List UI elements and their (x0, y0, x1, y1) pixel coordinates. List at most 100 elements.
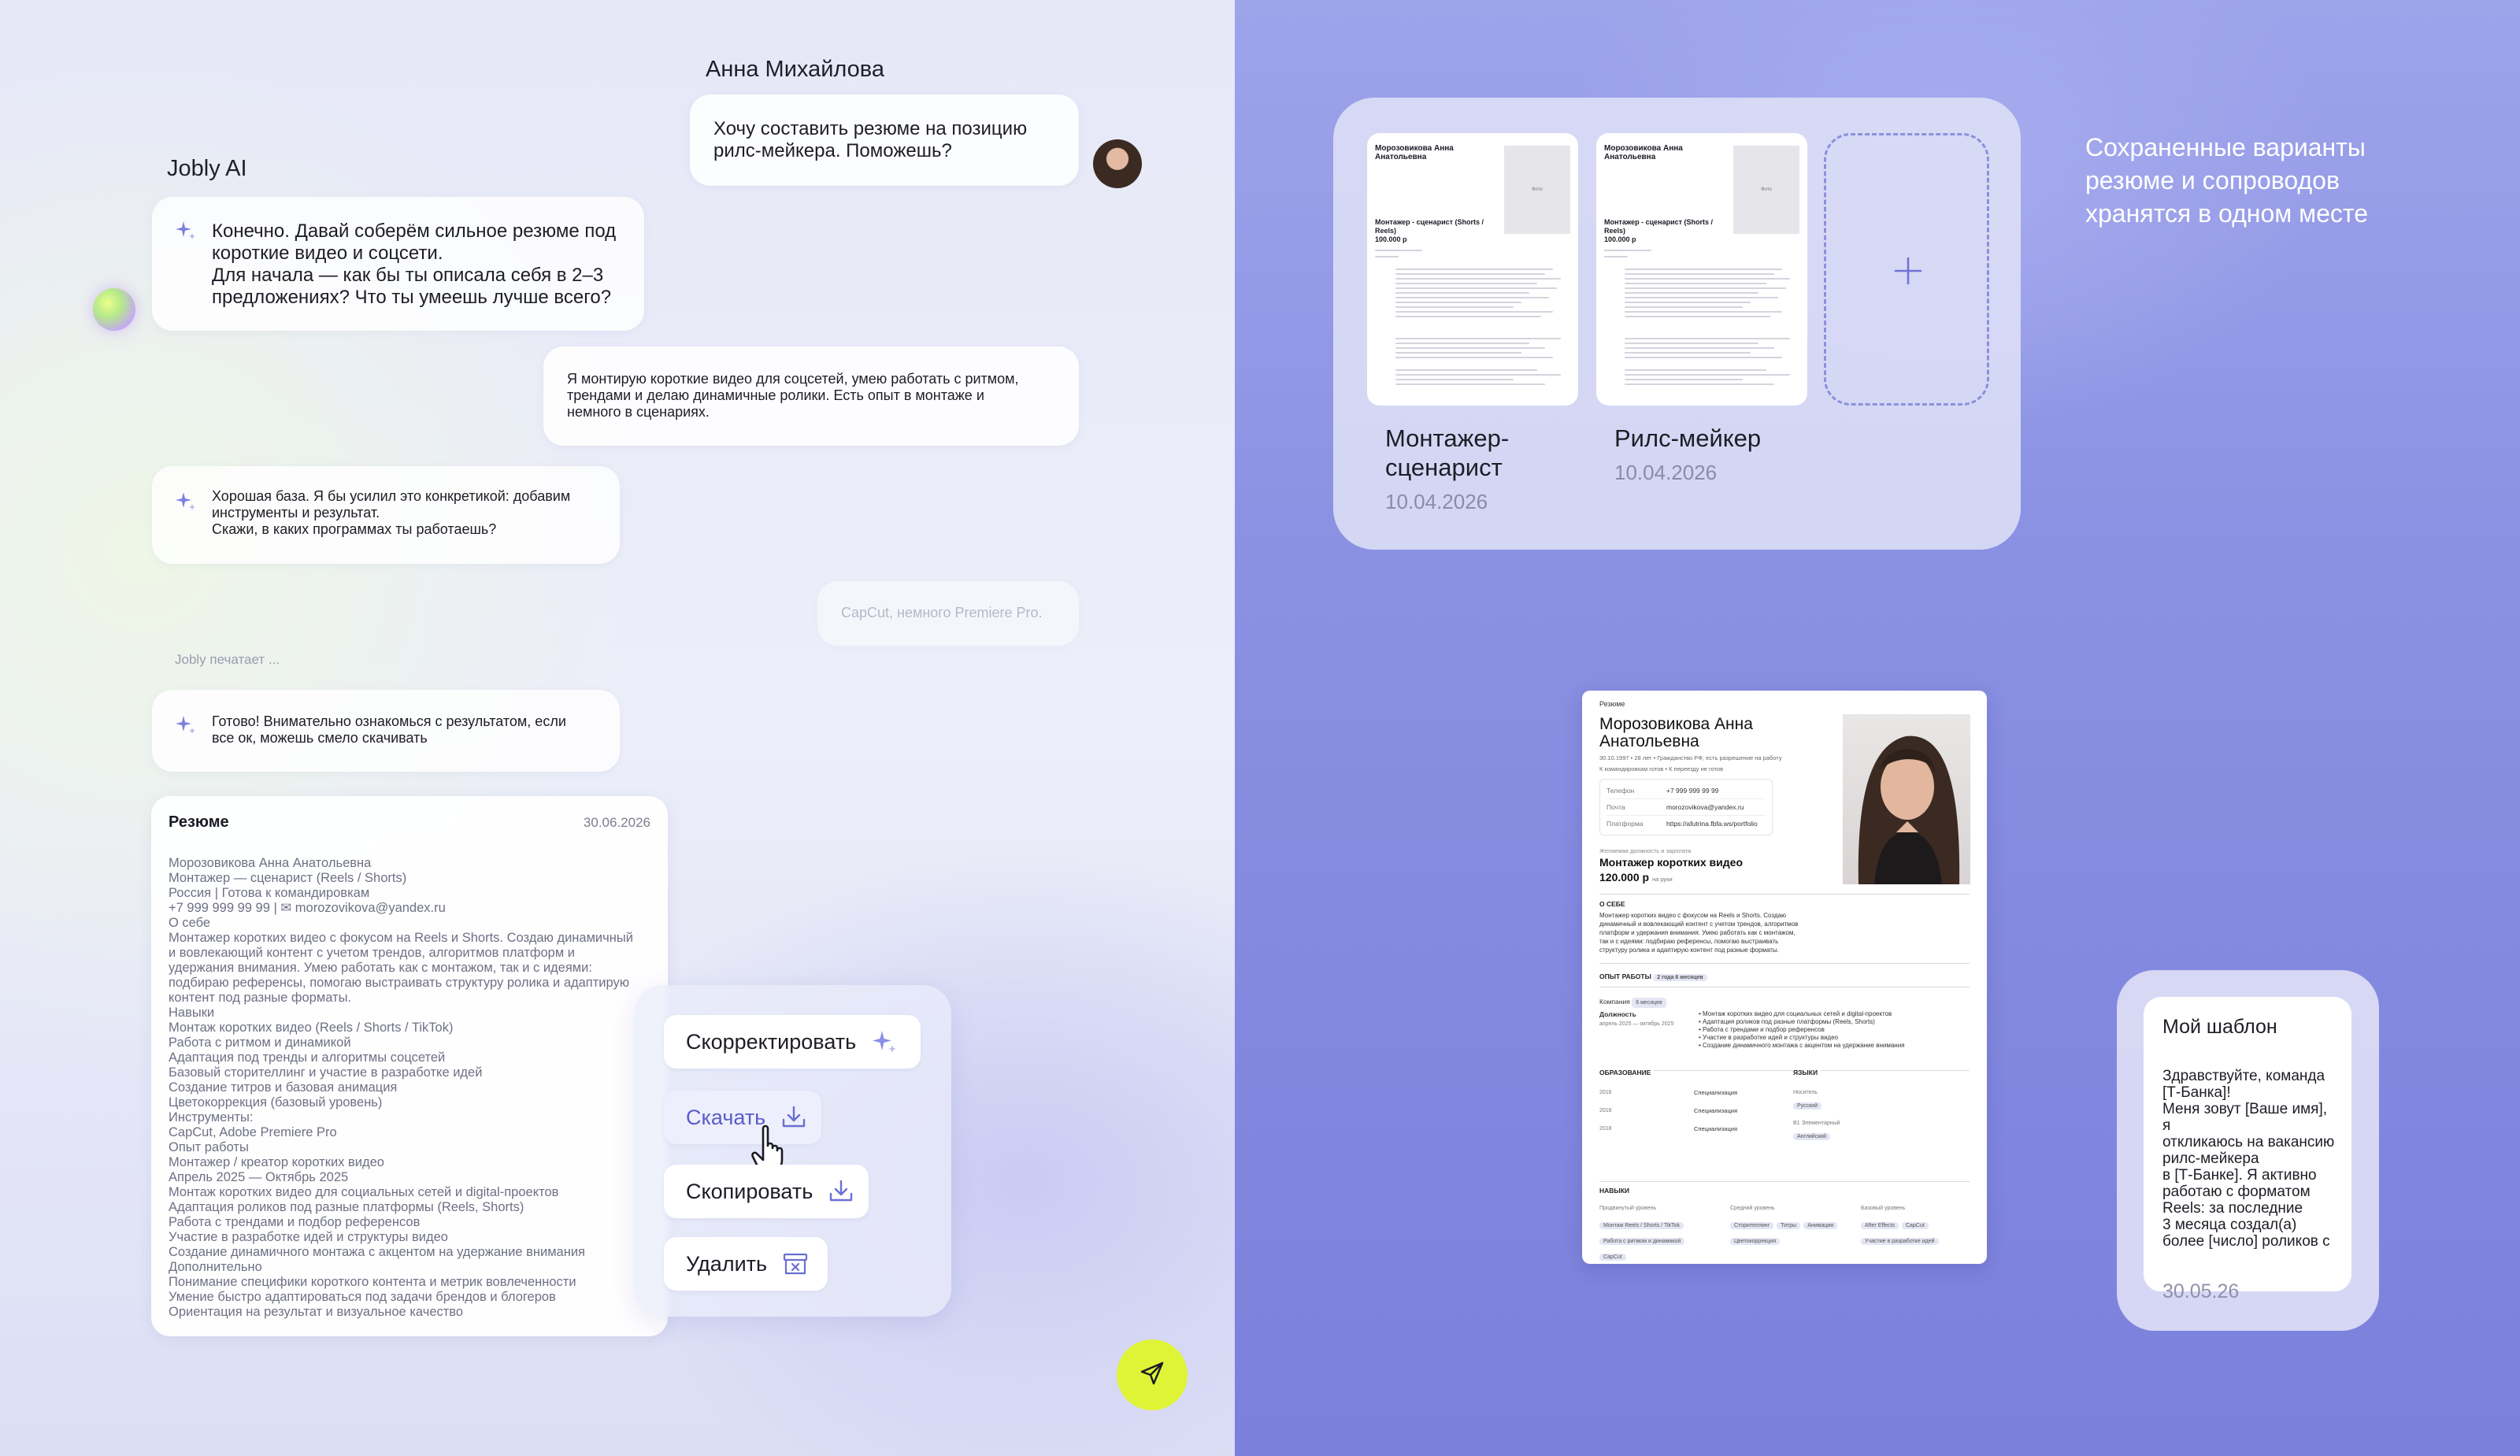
template-body: Здравствуйте, команда [Т-Банка]! Меня зо… (2162, 1068, 2335, 1250)
preview-label: Резюме (1599, 700, 1625, 708)
thumb-line (1625, 269, 1782, 270)
delete-button[interactable]: Удалить (664, 1237, 828, 1291)
thumb-line (1395, 343, 1529, 344)
resume-text-card[interactable]: Резюме 30.06.2026 Морозовикова Анна Анат… (151, 796, 668, 1336)
thumb-line (1395, 273, 1545, 275)
message-text: Конечно. Давай соберём сильное резюме по… (212, 220, 617, 308)
skill-tag: Сторителлинг (1730, 1222, 1774, 1229)
saved-resume-thumb[interactable]: Морозовикова Анна Анатольевна Фото Монта… (1596, 133, 1807, 406)
saved-item-title: Монтажер- сценарист (1385, 424, 1510, 481)
resume-line: и вовлекающий контент с учетом трендов, … (169, 946, 575, 960)
ai-message: Конечно. Давай соберём сильное резюме по… (152, 197, 644, 331)
typing-indicator: Jobly печатает ... (175, 652, 280, 667)
saved-resume-thumb[interactable]: Морозовикова Анна Анатольевна Фото Монта… (1367, 133, 1578, 406)
resume-line: Навыки (169, 1006, 215, 1020)
resume-line: Адаптация под тренды и алгоритмы соцсете… (169, 1050, 446, 1065)
thumb-photo-placeholder: Фото (1733, 146, 1799, 234)
divider (1599, 1070, 1970, 1071)
thumb-line (1625, 316, 1770, 317)
thumb-line (1625, 306, 1743, 308)
role-title: Должность (1599, 1010, 1636, 1018)
skill-tag: Монтаж Reels / Shorts / TikTok (1599, 1222, 1684, 1229)
thumb-line (1395, 311, 1553, 313)
cover-letter-template-card[interactable]: Мой шаблон Здравствуйте, команда [Т-Банк… (2117, 970, 2379, 1331)
thumb-line (1395, 369, 1537, 371)
user-message: CapCut, немного Premiere Pro. (817, 581, 1079, 646)
duty-item: • Адаптация роликов под разные платформы… (1699, 1018, 1875, 1025)
thumb-line (1604, 250, 1636, 251)
contact-row: Телефон +7 999 999 99 99 (1606, 787, 1719, 795)
resume-line: Умение быстро адаптироваться под задачи … (169, 1290, 556, 1304)
correct-label: Скорректировать (686, 1029, 857, 1054)
saved-item-date: 10.04.2026 (1614, 461, 1718, 484)
send-icon (1138, 1359, 1166, 1391)
thumb-line (1625, 338, 1790, 339)
thumb-line (1395, 287, 1557, 289)
thumb-line (1375, 250, 1406, 251)
divider (1599, 963, 1970, 964)
resume-line: Создание динамичного монтажа с акцентом … (169, 1245, 585, 1259)
correct-button[interactable]: Скорректировать (664, 1015, 921, 1069)
thumb-name: Морозовикова Анна Анатольевна (1375, 144, 1454, 161)
thumb-line (1625, 283, 1766, 284)
resume-line: О себе (169, 916, 211, 930)
resume-line: контент под разные форматы. (169, 991, 352, 1005)
resume-line: Инструменты: (169, 1110, 254, 1124)
languages-heading: ЯЗЫКИ (1793, 1069, 1821, 1076)
resume-line: Монтажер коротких видео с фокусом на Ree… (169, 931, 633, 945)
resume-preview[interactable]: Резюме Морозовикова Анна Анатольевна 30.… (1582, 691, 1987, 1264)
resume-line: +7 999 999 99 99 | ✉ morozovikova@yandex… (169, 901, 446, 915)
delete-label: Удалить (686, 1251, 768, 1276)
message-text: Готово! Внимательно ознакомься с результ… (212, 713, 566, 746)
company-name: Компания 6 месяцев (1599, 998, 1670, 1008)
language-row: Носитель Русский (1793, 1088, 1840, 1111)
add-document-button[interactable] (1824, 133, 1989, 406)
education-row: 2018 Специализация (1599, 1107, 1738, 1114)
resume-line: Адаптация роликов под разные платформы (… (169, 1200, 524, 1214)
about-text: Монтажер коротких видео с фокусом на Ree… (1599, 912, 1799, 954)
thumb-line (1395, 347, 1545, 349)
resume-line: Монтажер — сценарист (Reels / Shorts) (169, 871, 407, 885)
resume-line: Монтажер / креатор коротких видео (169, 1155, 384, 1169)
resume-line: Ориентация на результат и визуальное кач… (169, 1305, 464, 1319)
desired-label: Желаемая должность и зарплата (1599, 847, 1692, 854)
duty-item: • Работа с трендами и подбор референсов (1699, 1026, 1825, 1033)
thumb-line (1395, 283, 1537, 284)
languages-list: Носитель Русский B1 Элементарный Английский (1793, 1088, 1840, 1150)
thumb-line (1625, 343, 1758, 344)
preview-name: Морозовикова Анна Анатольевна (1599, 715, 1753, 750)
ai-message: Готово! Внимательно ознакомься с результ… (152, 690, 620, 772)
thumb-line (1625, 287, 1786, 289)
skill-tag: Участие в разработке идей (1861, 1238, 1939, 1245)
copy-label: Скопировать (686, 1179, 813, 1203)
resume-line: Участие в разработке идей и структуры ви… (169, 1230, 448, 1244)
message-text: Я монтирую короткие видео для соцсетей, … (567, 371, 1019, 420)
thumb-line (1395, 352, 1521, 354)
user-message: Я монтирую короткие видео для соцсетей, … (543, 346, 1079, 446)
chat-panel: Анна Михайлова Jobly AI Хочу составить р… (0, 0, 1235, 1456)
duties-list: • Монтаж коротких видео для социальных с… (1699, 1010, 1905, 1050)
thumb-name: Морозовикова Анна Анатольевна (1604, 144, 1683, 161)
message-text: Хорошая база. Я бы усилил это конкретико… (212, 488, 571, 537)
copy-button[interactable]: Скопировать (664, 1165, 869, 1218)
experience-heading: ОПЫТ РАБОТЫ 2 года 6 месяцев (1599, 973, 1710, 981)
ai-avatar-orb (93, 288, 135, 331)
send-button[interactable] (1117, 1339, 1188, 1410)
thumb-line (1625, 369, 1766, 371)
sparkle-icon (174, 219, 198, 243)
ai-name: Jobly AI (167, 156, 247, 181)
about-heading: О СЕБЕ (1599, 900, 1625, 908)
thumb-line (1395, 383, 1545, 385)
skill-group: Продвинутый уровень Монтаж Reels / Shorts… (1599, 1204, 1716, 1264)
download-button[interactable]: Скачать (664, 1091, 821, 1144)
skill-tag: CapCut (1902, 1222, 1929, 1229)
resume-line: Базовый сторителлинг и участие в разрабо… (169, 1065, 483, 1080)
thumb-line (1625, 311, 1782, 313)
thumb-line (1625, 297, 1778, 298)
duty-item: • Создание динамичного монтажа с акценто… (1699, 1042, 1905, 1049)
resume-card-date: 30.06.2026 (583, 815, 650, 830)
resume-line: Россия | Готова к командировкам (169, 886, 370, 900)
resume-line: Создание титров и базовая анимация (169, 1080, 398, 1095)
user-avatar (1093, 139, 1142, 188)
resume-line: Работа с ритмом и динамикой (169, 1036, 351, 1050)
